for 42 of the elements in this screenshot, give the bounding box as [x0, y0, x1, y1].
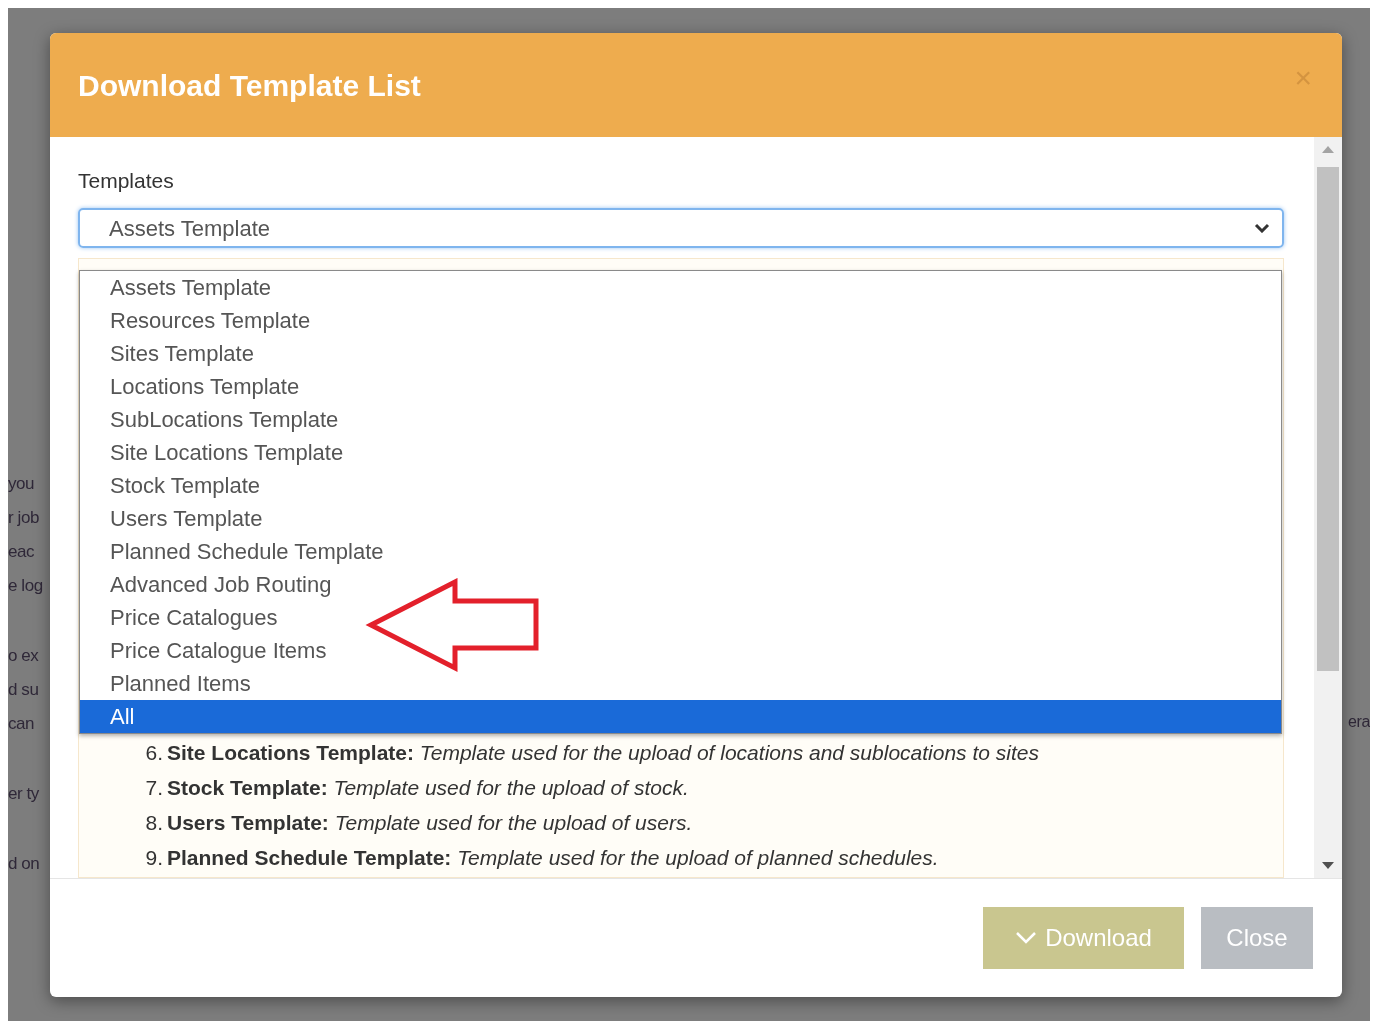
- dropdown-option[interactable]: Advanced Job Routing: [80, 568, 1281, 601]
- background-text: d su: [8, 679, 40, 701]
- dropdown-option[interactable]: Price Catalogue Items: [80, 634, 1281, 667]
- scrollbar[interactable]: [1314, 137, 1342, 878]
- dropdown-option[interactable]: Locations Template: [80, 370, 1281, 403]
- background-text: e log: [8, 575, 44, 597]
- select-value: Assets Template: [109, 214, 270, 243]
- background-text: can: [8, 713, 36, 735]
- list-number: 6.: [144, 739, 164, 766]
- dropdown-option[interactable]: Planned Items: [80, 667, 1281, 700]
- dropdown-option[interactable]: Assets Template: [80, 271, 1281, 304]
- background-text: eac: [8, 541, 36, 563]
- dropdown-option[interactable]: Planned Schedule Template: [80, 535, 1281, 568]
- scroll-up-icon[interactable]: [1322, 145, 1334, 153]
- background-text: d on: [8, 853, 41, 875]
- background-text: era: [1348, 712, 1370, 732]
- dropdown-option[interactable]: SubLocations Template: [80, 403, 1281, 436]
- dropdown-option[interactable]: Price Catalogues: [80, 601, 1281, 634]
- background-text: er ty: [8, 783, 40, 805]
- dropdown-option[interactable]: Site Locations Template: [80, 436, 1281, 469]
- chevron-down-icon: [1254, 223, 1270, 233]
- dropdown-option[interactable]: Resources Template: [80, 304, 1281, 337]
- dropdown-option[interactable]: Users Template: [80, 502, 1281, 535]
- dropdown-option[interactable]: All: [80, 700, 1281, 733]
- list-number: 9.: [144, 844, 164, 871]
- list-number: 7.: [144, 774, 164, 801]
- chevron-down-icon: [1015, 931, 1038, 945]
- list-number: 8.: [144, 809, 164, 836]
- background-text: r job: [8, 507, 40, 529]
- background-text: you: [8, 473, 36, 495]
- scroll-down-icon[interactable]: [1322, 862, 1334, 870]
- description-text: Users Template: Template used for the upload of users.: [167, 809, 693, 836]
- dialog-title: Download Template List: [78, 67, 421, 104]
- background-text: o ex: [8, 645, 40, 667]
- scrollbar-thumb[interactable]: [1317, 167, 1339, 671]
- templates-select[interactable]: Assets Template: [78, 208, 1284, 248]
- dropdown-option[interactable]: Stock Template: [80, 469, 1281, 502]
- description-text: Stock Template: Template used for the upload of stock.: [167, 774, 689, 801]
- field-label: Templates: [78, 169, 175, 193]
- description-text: Site Locations Template: Template used for the upload of locations and sublocations to sites: [167, 739, 1039, 766]
- dropdown-option[interactable]: Sites Template: [80, 337, 1281, 370]
- description-text: Planned Schedule Template: Template used for the upload of planned schedules.: [167, 844, 939, 871]
